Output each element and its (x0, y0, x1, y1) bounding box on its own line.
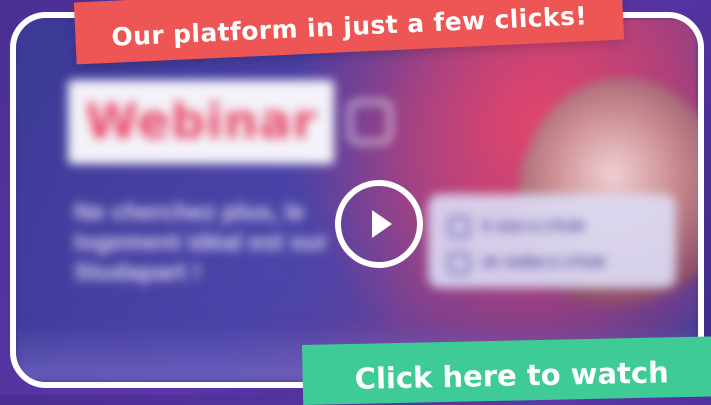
play-button[interactable] (335, 180, 423, 268)
video-thumbnail[interactable]: Webinar Ne cherchez plus, le logement id… (10, 12, 704, 388)
dates-card: 9 Juin à 17h30 20 Juillet à 17h30 (428, 194, 676, 288)
watch-cta-label: Click here to watch (354, 355, 670, 396)
webinar-title: Webinar (85, 94, 317, 150)
calendar-icon (448, 216, 470, 238)
date-label: 9 Juin à 17h30 (482, 217, 585, 235)
date-label: 20 Juillet à 17h30 (482, 253, 606, 271)
webinar-title-box: Webinar (68, 80, 334, 164)
headline-text: Our platform in just a few clicks! (110, 0, 588, 52)
play-icon (372, 210, 392, 238)
date-row: 20 Juillet à 17h30 (448, 252, 638, 274)
date-row: 9 Juin à 17h30 (448, 216, 638, 238)
calendar-icon (448, 252, 470, 274)
calendar-icon (348, 100, 392, 144)
thumbnail-tagline: Ne cherchez plus, le logement idéal est … (74, 199, 328, 286)
